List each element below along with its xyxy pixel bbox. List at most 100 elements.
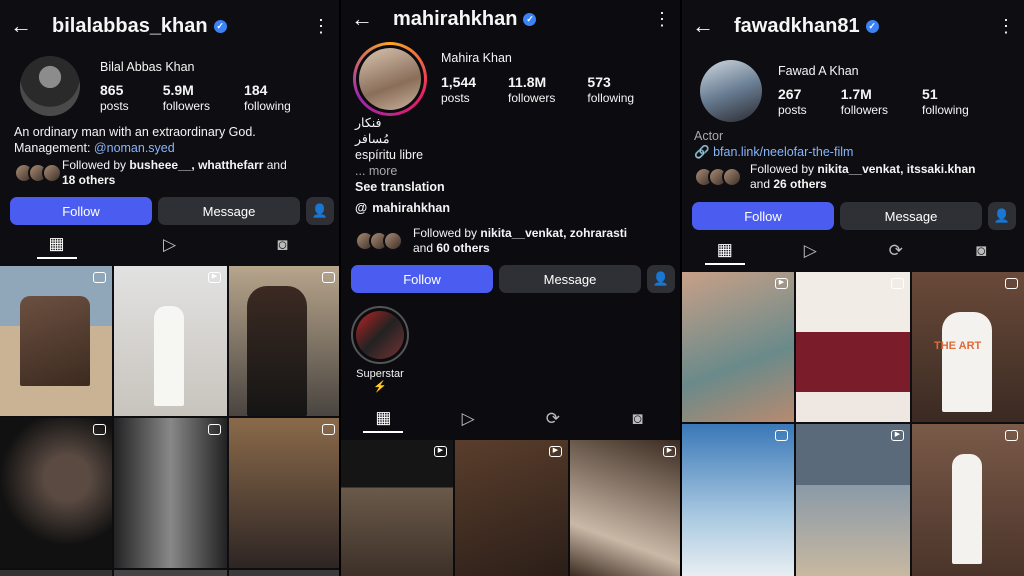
post-thumbnail[interactable]: ▶ — [341, 440, 453, 576]
followed-by-others: 60 others — [436, 241, 490, 255]
repost-icon[interactable]: ⟳ — [876, 237, 916, 265]
threads-badge[interactable]: @ mahirahkhan — [355, 201, 450, 215]
message-button[interactable]: Message — [158, 197, 300, 225]
reel-icon: ▶ — [775, 278, 788, 289]
content-tabs: ▦ ▷ ◙ — [0, 230, 339, 260]
posts-value: 865 — [100, 82, 124, 98]
back-arrow-icon[interactable]: ← — [10, 15, 38, 37]
posts-count[interactable]: 1,544 posts — [441, 74, 476, 106]
carousel-icon — [775, 430, 788, 441]
post-thumbnail[interactable] — [682, 424, 794, 576]
tagged-icon[interactable]: ◙ — [961, 237, 1001, 265]
message-button[interactable]: Message — [840, 202, 982, 230]
highlight-label: Superstar ⚡ — [356, 368, 404, 393]
add-user-icon[interactable]: 👤 — [306, 197, 334, 225]
followed-by[interactable]: Followed by nikita__venkat, itssaki.khan… — [694, 162, 975, 192]
post-thumbnail[interactable] — [114, 418, 227, 568]
followers-count[interactable]: 11.8M followers — [508, 74, 555, 106]
back-arrow-icon[interactable]: ← — [351, 8, 379, 30]
highlight-cover — [351, 306, 409, 364]
more-link[interactable]: ... more — [355, 163, 445, 179]
followed-by-text: Followed by busheee__, whatthefarr and 18… — [62, 158, 287, 188]
avatar-inner — [356, 45, 424, 113]
grid-icon[interactable]: ▦ — [363, 405, 404, 433]
kebab-icon[interactable]: ⋮ — [312, 16, 330, 37]
repost-icon[interactable]: ⟳ — [533, 405, 573, 433]
mutual-avatars — [694, 167, 742, 187]
management-link[interactable]: @noman.syed — [94, 141, 175, 155]
post-thumbnail[interactable] — [114, 570, 227, 576]
post-thumbnail[interactable] — [796, 272, 910, 422]
reels-icon[interactable]: ▷ — [790, 237, 830, 265]
carousel-icon — [208, 424, 221, 435]
followed-by[interactable]: Followed by busheee__, whatthefarr and 18… — [14, 158, 287, 188]
tagged-icon[interactable]: ◙ — [618, 405, 658, 433]
follow-button[interactable]: Follow — [351, 265, 493, 293]
reels-icon[interactable]: ▷ — [150, 231, 190, 259]
post-thumbnail[interactable] — [229, 570, 339, 576]
back-arrow-icon[interactable]: ← — [692, 15, 720, 37]
full-name: Fawad A Khan — [778, 64, 859, 78]
profile-screen-fawad: ← fawadkhan81 ✓ ⋮ Fawad A Khan 267 posts 1… — [682, 0, 1024, 576]
followed-by-names: nikita__venkat, zohrarasti — [480, 226, 628, 240]
follow-button[interactable]: Follow — [10, 197, 152, 225]
bio-management: Management: @noman.syed — [14, 140, 256, 156]
followed-by[interactable]: Followed by nikita__venkat, zohrarasti an… — [355, 226, 627, 256]
post-thumbnail[interactable]: ▶ — [114, 266, 227, 416]
username-text: mahirahkhan — [393, 7, 518, 30]
tagged-icon[interactable]: ◙ — [263, 231, 303, 259]
posts-label: posts — [100, 99, 129, 113]
posts-label: posts — [778, 103, 807, 117]
post-thumbnail[interactable]: ▶ — [682, 272, 794, 422]
followed-by-prefix: Followed by — [62, 158, 130, 172]
carousel-icon — [93, 272, 106, 283]
following-label: following — [244, 99, 291, 113]
follow-button[interactable]: Follow — [692, 202, 834, 230]
post-thumbnail[interactable] — [229, 418, 339, 568]
bio-link[interactable]: 🔗 bfan.link/neelofar-the-film — [694, 144, 853, 160]
post-thumbnail[interactable]: ▶ — [796, 424, 910, 576]
avatar — [359, 48, 421, 110]
profile-stats: 865 posts 5.9M followers 184 following — [100, 82, 291, 114]
posts-value: 1,544 — [441, 74, 477, 90]
story-highlight[interactable]: Superstar ⚡ — [349, 306, 411, 393]
bio-line: فنکار — [355, 116, 382, 130]
followers-label: followers — [162, 99, 211, 113]
reels-icon[interactable]: ▷ — [448, 405, 488, 433]
followed-by-names: busheee__, whatthefarr — [129, 158, 264, 172]
following-count[interactable]: 51 following — [922, 86, 969, 118]
posts-count[interactable]: 865 posts — [100, 82, 129, 114]
following-value: 573 — [587, 74, 611, 90]
avatar-story-ring[interactable] — [353, 42, 427, 116]
post-overlay-text: THE ART — [934, 340, 982, 352]
message-button[interactable]: Message — [499, 265, 641, 293]
followers-count[interactable]: 5.9M followers — [163, 82, 210, 114]
posts-grid: ▶ ▶ ▶ — [341, 440, 680, 576]
post-thumbnail[interactable] — [0, 266, 112, 416]
bio-link-text: bfan.link/neelofar-the-film — [713, 145, 854, 159]
post-thumbnail[interactable]: ▶ — [570, 440, 680, 576]
post-thumbnail[interactable] — [0, 418, 112, 568]
post-thumbnail[interactable] — [229, 266, 339, 416]
followed-by-prefix: Followed by — [413, 226, 481, 240]
grid-icon[interactable]: ▦ — [704, 237, 745, 265]
following-count[interactable]: 573 following — [587, 74, 634, 106]
posts-count[interactable]: 267 posts — [778, 86, 807, 118]
followed-by-names: nikita__venkat, itssaki.khan — [817, 162, 976, 176]
category-label: Actor — [694, 129, 724, 143]
grid-icon[interactable]: ▦ — [36, 231, 77, 259]
post-thumbnail[interactable]: THE ART — [912, 272, 1024, 422]
kebab-icon[interactable]: ⋮ — [997, 16, 1015, 37]
see-translation-link[interactable]: See translation — [355, 179, 445, 195]
followers-count[interactable]: 1.7M followers — [841, 86, 888, 118]
followed-by-others: 18 others — [62, 173, 116, 187]
post-thumbnail[interactable] — [0, 570, 112, 576]
post-thumbnail[interactable]: ▶ — [455, 440, 568, 576]
post-thumbnail[interactable] — [912, 424, 1024, 576]
avatar[interactable] — [20, 56, 80, 116]
add-user-icon[interactable]: 👤 — [988, 202, 1016, 230]
following-count[interactable]: 184 following — [244, 82, 291, 114]
kebab-icon[interactable]: ⋮ — [653, 9, 671, 30]
avatar[interactable] — [700, 60, 762, 122]
add-user-icon[interactable]: 👤 — [647, 265, 675, 293]
